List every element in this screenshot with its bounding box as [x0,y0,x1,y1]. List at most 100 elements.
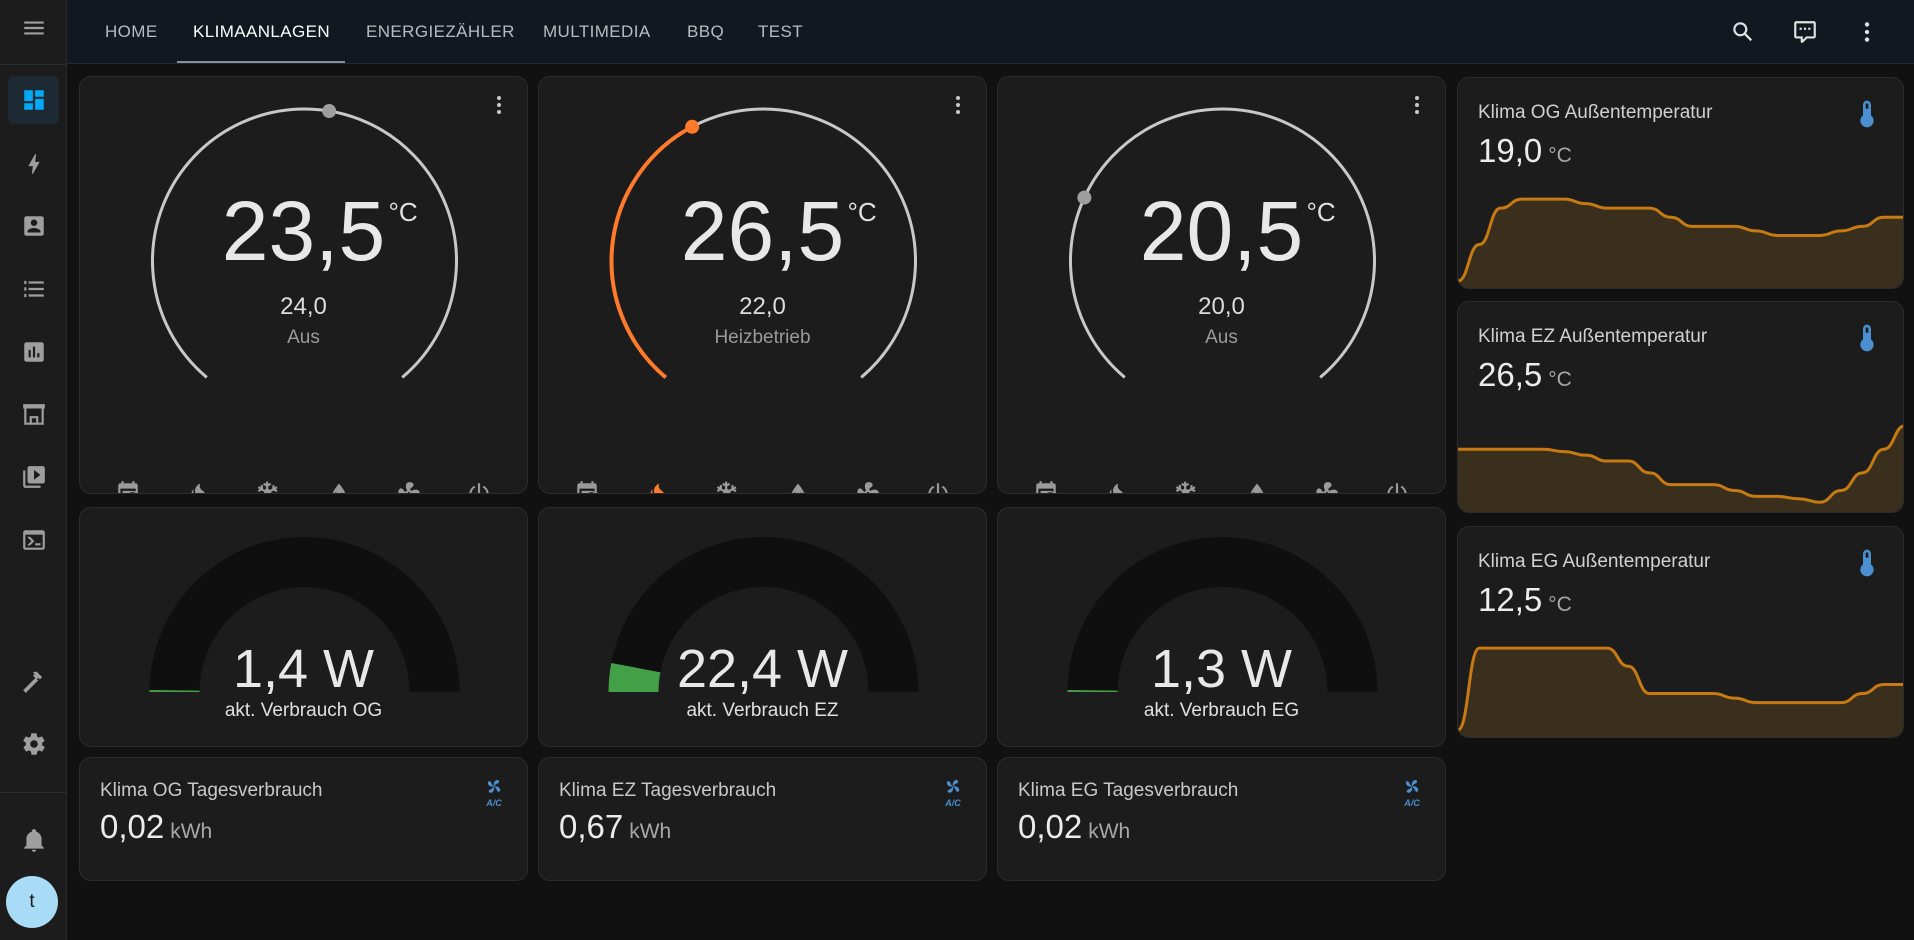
tab-test[interactable]: TEST [758,0,803,64]
bell-icon [23,829,44,852]
power-mode-button[interactable] [918,475,958,493]
power-mode-button[interactable] [1377,475,1417,493]
history-area [1458,426,1903,512]
avatar-initial: t [29,891,35,912]
entity-name: Klima EG Tagesverbrauch [1018,780,1239,801]
sidebar-item-settings[interactable] [8,720,59,768]
sidebar-item-history[interactable] [8,328,59,376]
snowflake-mode-button[interactable] [248,475,288,493]
more-options-button[interactable] [1847,12,1887,52]
schedule-mode-button[interactable] [1026,475,1066,493]
fan-mode-button[interactable] [389,475,429,493]
power-gauge-card[interactable]: 1,4 Wakt. Verbrauch OG [79,507,528,747]
entity-value: 0,02 kWh [100,808,212,846]
assist-icon [1794,21,1816,43]
thermostat-card[interactable]: 20,5°C20,0AusKlima EG [997,76,1446,494]
energy-entity-card[interactable]: Klima EG Tagesverbrauch 0,02 kWh A/C [997,757,1446,881]
schedule-icon [118,481,139,493]
more-vert-icon [497,96,501,114]
fan-mode-button[interactable] [848,475,888,493]
svg-text:A/C: A/C [944,798,961,808]
flame-icon [191,483,206,493]
water-percent-mode-button[interactable] [319,475,359,493]
water-percent-mode-button[interactable] [778,475,818,493]
flame-mode-button[interactable] [178,475,218,493]
sidebar-item-map[interactable] [8,202,59,250]
list-icon [23,280,44,298]
tab-home[interactable]: HOME [105,0,158,64]
chart-box-icon [23,342,44,362]
fan-icon [857,482,879,493]
snowflake-icon [258,481,278,493]
tab-klimaanlagen[interactable]: KLIMAANLAGEN [193,0,330,64]
sidebar-item-overview[interactable] [8,76,59,124]
energy-entity-card[interactable]: Klima OG Tagesverbrauch 0,02 kWh A/C [79,757,528,881]
tab-bbq[interactable]: BBQ [687,0,724,64]
schedule-mode-button[interactable] [108,475,148,493]
sensor-name: Klima EZ Außentemperatur [1478,326,1708,347]
sidebar-item-media[interactable] [8,453,59,501]
history-area [1458,199,1903,288]
gauge-value: 22,4 W [676,639,849,699]
sidebar-item-developer-tools[interactable] [8,658,59,706]
menu-toggle-button[interactable] [8,4,59,52]
sensor-card[interactable]: Klima EZ Außentemperatur 26,5 °C [1457,301,1904,513]
sidebar: t [0,0,67,940]
history-graph[interactable] [1458,190,1904,289]
flame-icon [1109,483,1124,493]
entity-name: Klima EZ Tagesverbrauch [559,780,777,801]
flame-mode-button[interactable] [1096,475,1136,493]
power-mode-button[interactable] [459,475,499,493]
flame-icon [650,483,665,493]
sensor-card[interactable]: Klima EG Außentemperatur 12,5 °C [1457,526,1904,738]
air-conditioner-icon: A/C [485,779,502,808]
card-menu-button[interactable] [487,93,511,117]
terminal-icon [22,530,45,550]
thermostat-card[interactable]: 23,5°C24,0AusKLIMA OG [79,76,528,494]
assist-button[interactable] [1785,12,1825,52]
snowflake-mode-button[interactable] [707,475,747,493]
sidebar-item-notifications[interactable] [8,816,59,864]
schedule-icon [1036,481,1057,493]
top-app-bar: HOME KLIMAANLAGEN ENERGIEZÄHLER MULTIMED… [67,0,1914,64]
water-percent-icon [332,483,345,493]
sensor-card[interactable]: Klima OG Außentemperatur 19,0 °C [1457,77,1904,289]
hvac-mode-bar [567,475,958,493]
card-menu-button[interactable] [1405,93,1429,117]
fan-mode-button[interactable] [1307,475,1347,493]
search-button[interactable] [1723,12,1763,52]
entity-value: 0,67 kWh [559,808,671,846]
value-unit: °C [1548,368,1572,391]
sidebar-item-terminal[interactable] [8,516,59,564]
play-box-icon [22,466,45,488]
sidebar-item-energy[interactable] [8,140,59,188]
water-percent-mode-button[interactable] [1237,475,1277,493]
power-gauge-card[interactable]: 22,4 Wakt. Verbrauch EZ [538,507,987,747]
energy-entity-card[interactable]: Klima EZ Tagesverbrauch 0,67 kWh A/C [538,757,987,881]
value-unit: kWh [1088,820,1131,843]
history-graph[interactable] [1458,414,1904,513]
entity-value: 0,02 kWh [1018,808,1130,846]
tab-multimedia[interactable]: MULTIMEDIA [543,0,651,64]
snowflake-mode-button[interactable] [1166,475,1206,493]
power-gauge-card[interactable]: 1,3 Wakt. Verbrauch EG [997,507,1446,747]
thermostat-card[interactable]: 26,5°C22,0HeizbetriebKlima EZ [538,76,987,494]
svg-text:A/C: A/C [1403,798,1420,808]
sidebar-item-logbook[interactable] [8,265,59,313]
gauge-label: akt. Verbrauch EZ [686,700,839,721]
gauge-value: 1,3 W [1150,639,1293,699]
value-unit: kWh [170,820,213,843]
avatar[interactable]: t [6,876,58,928]
schedule-mode-button[interactable] [567,475,607,493]
tab-energiezaehler[interactable]: ENERGIEZÄHLER [366,0,515,64]
value-number: 19,0 [1478,132,1543,169]
gauge-label: akt. Verbrauch OG [224,700,383,721]
value-number: 12,5 [1478,581,1543,618]
history-graph[interactable] [1458,639,1904,738]
more-vert-icon [1415,96,1419,114]
sidebar-item-local-storage[interactable] [8,391,59,439]
cog-icon [22,733,45,755]
flame-mode-button[interactable] [637,475,677,493]
more-vert-icon [956,96,960,114]
card-menu-button[interactable] [946,93,970,117]
